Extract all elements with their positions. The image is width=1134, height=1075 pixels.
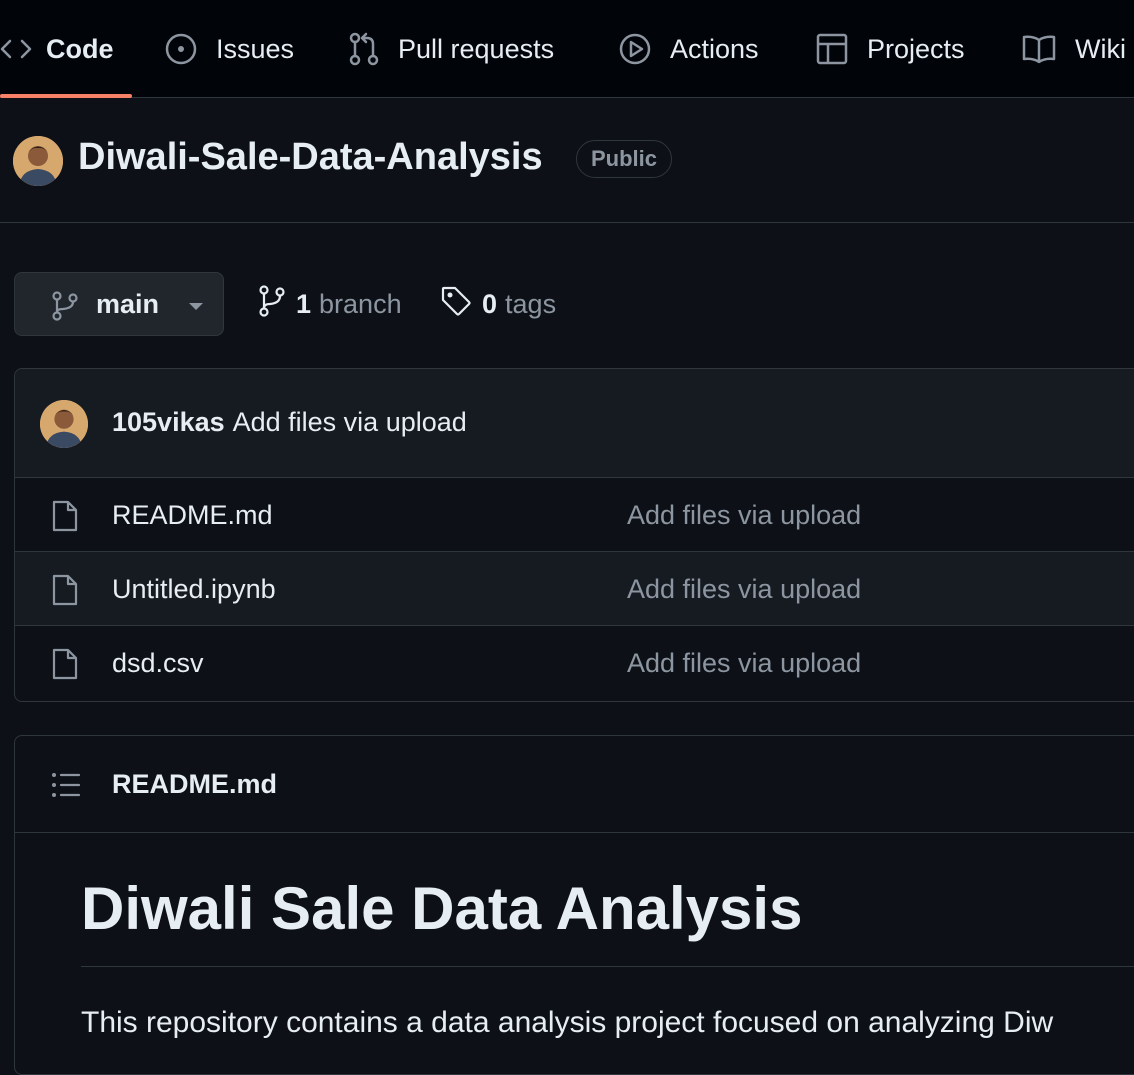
tab-wiki[interactable]: Wiki <box>1021 0 1126 98</box>
tag-count: 0 <box>482 288 498 319</box>
file-commit-message[interactable]: Add files via upload <box>627 500 861 531</box>
tags-link[interactable]: 0 tags <box>440 284 556 324</box>
file-list: 105vikas Add files via upload README.md A… <box>14 368 1134 702</box>
file-row[interactable]: README.md Add files via upload <box>15 478 1134 552</box>
code-icon <box>0 37 32 61</box>
file-icon <box>51 648 79 685</box>
file-row[interactable]: Untitled.ipynb Add files via upload <box>15 552 1134 626</box>
commit-author-link[interactable]: 105vikas <box>112 407 225 437</box>
table-icon <box>815 32 849 66</box>
tab-projects[interactable]: Projects <box>815 0 965 98</box>
repo-header: Diwali-Sale-Data-Analysis Public <box>0 98 1134 223</box>
tab-wiki-label: Wiki <box>1075 33 1126 64</box>
git-pull-request-icon <box>348 32 380 66</box>
readme-heading: Diwali Sale Data Analysis <box>81 875 803 942</box>
file-name-link[interactable]: README.md <box>112 500 273 531</box>
book-icon <box>1021 34 1057 64</box>
visibility-badge: Public <box>576 140 673 178</box>
tab-pull-requests[interactable]: Pull requests <box>348 0 554 98</box>
tag-word: tags <box>505 288 557 319</box>
tab-code-label: Code <box>46 33 114 64</box>
branch-word: branch <box>319 288 402 319</box>
tag-icon <box>440 285 472 324</box>
file-name-link[interactable]: Untitled.ipynb <box>112 574 276 605</box>
tab-issues-label: Issues <box>216 33 295 64</box>
git-branch-icon <box>258 284 286 324</box>
repo-name-link[interactable]: Diwali-Sale-Data-Analysis <box>78 136 543 179</box>
latest-commit-text: 105vikas Add files via upload <box>112 407 467 438</box>
branch-count: 1 <box>296 288 312 319</box>
branches-link[interactable]: 1 branch <box>258 284 402 324</box>
readme-intro-paragraph: This repository contains a data analysis… <box>81 1006 1054 1039</box>
readme-filename-link[interactable]: README.md <box>112 769 277 800</box>
file-icon <box>51 574 79 611</box>
tab-projects-label: Projects <box>867 33 965 64</box>
git-branch-icon <box>51 291 79 326</box>
issue-opened-icon <box>164 32 198 66</box>
latest-commit-bar: 105vikas Add files via upload <box>15 369 1134 478</box>
list-unordered-icon[interactable] <box>51 772 81 803</box>
current-branch-label: main <box>96 289 160 319</box>
file-commit-message[interactable]: Add files via upload <box>627 574 861 605</box>
heading-divider <box>81 966 1134 967</box>
tab-actions-label: Actions <box>670 33 759 64</box>
tab-issues[interactable]: Issues <box>164 0 294 98</box>
commit-author-avatar[interactable] <box>40 400 88 448</box>
file-name-link[interactable]: dsd.csv <box>112 648 204 679</box>
readme-panel: README.md Diwali Sale Data Analysis This… <box>14 735 1134 1075</box>
readme-header: README.md <box>15 736 1134 833</box>
file-icon <box>51 500 79 537</box>
commit-message-link[interactable]: Add files via upload <box>233 407 467 437</box>
file-row[interactable]: dsd.csv Add files via upload <box>15 626 1134 700</box>
repo-nav-tabs: Code Issues Pull requests Actions Projec… <box>0 0 1134 98</box>
play-icon <box>618 32 652 66</box>
file-commit-message[interactable]: Add files via upload <box>627 648 861 679</box>
branch-select-button[interactable]: main <box>14 272 224 336</box>
tab-actions[interactable]: Actions <box>618 0 759 98</box>
tab-pull-requests-label: Pull requests <box>398 33 555 64</box>
tab-code[interactable]: Code <box>0 0 114 98</box>
owner-avatar[interactable] <box>13 136 63 186</box>
triangle-down-icon <box>187 299 205 317</box>
